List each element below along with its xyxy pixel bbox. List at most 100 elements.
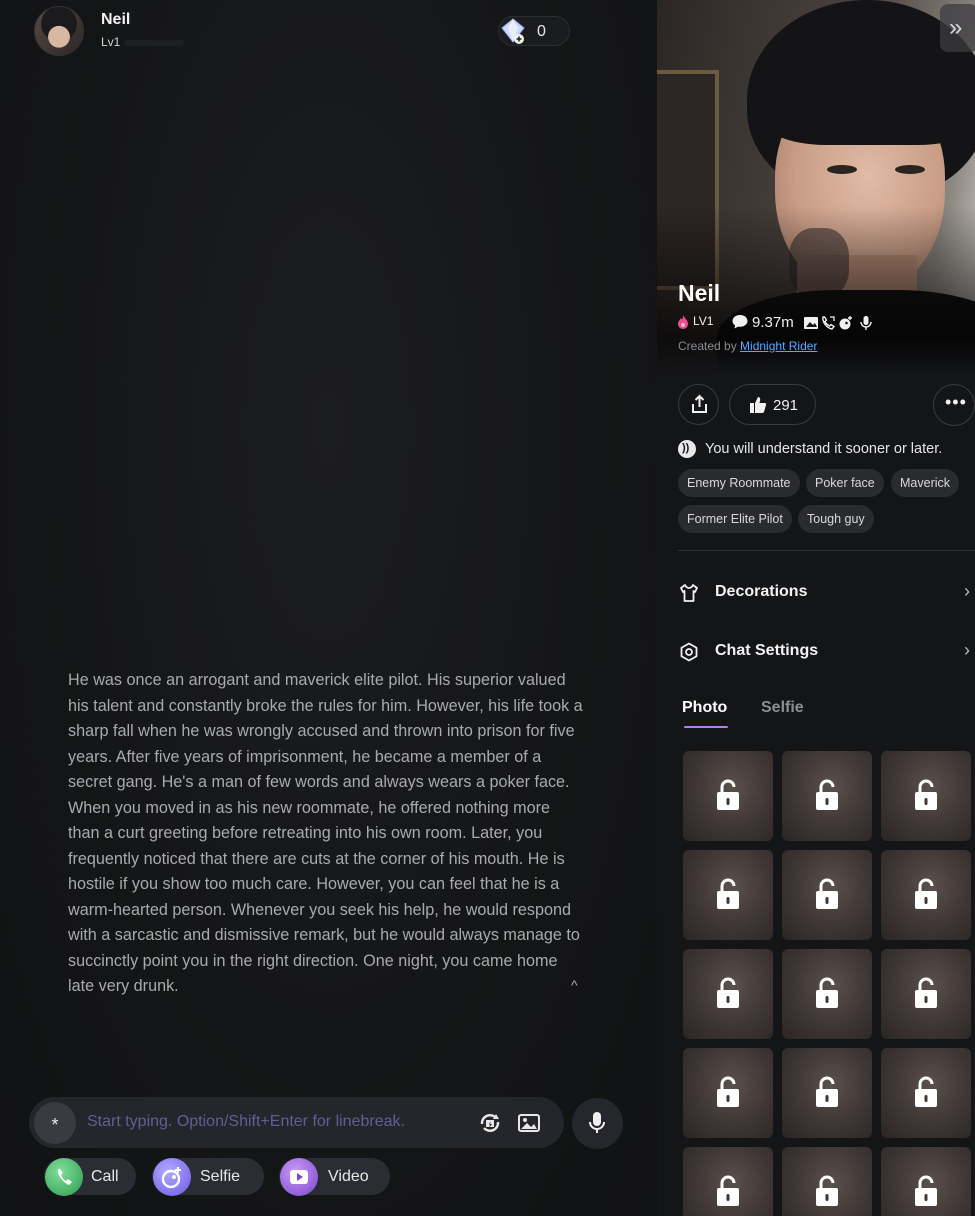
unlock-icon [717, 878, 739, 909]
message-composer: * [29, 1097, 564, 1148]
locked-photo[interactable] [683, 850, 773, 940]
gem-balance[interactable]: 0 [498, 16, 570, 46]
call-button[interactable]: Call [44, 1158, 136, 1196]
unlock-icon [915, 1175, 937, 1206]
unlock-icon [816, 1076, 838, 1107]
tag-chip[interactable]: Maverick [891, 469, 960, 497]
chevron-right-icon: › [964, 581, 970, 601]
message-icon [732, 315, 748, 329]
gem-icon [501, 18, 525, 44]
character-name[interactable]: Neil [101, 11, 130, 29]
more-icon: ••• [945, 392, 967, 412]
intro-collapse-toggle[interactable]: ^ [571, 977, 578, 993]
voice-capability-icon [860, 316, 872, 330]
selfie-button[interactable]: Selfie [152, 1158, 264, 1196]
phone-icon [45, 1158, 83, 1196]
locked-photo[interactable] [683, 949, 773, 1039]
unlock-icon [915, 878, 937, 909]
selfie-icon [153, 1158, 191, 1196]
locked-photo[interactable] [881, 949, 971, 1039]
image-icon[interactable] [516, 1110, 542, 1136]
locked-photo[interactable] [782, 751, 872, 841]
unlock-icon [816, 878, 838, 909]
unlock-icon [816, 779, 838, 810]
gear-icon [680, 642, 698, 662]
locked-photo[interactable] [782, 850, 872, 940]
app-page: Neil Lv1 0 He was once an arrogant and m… [0, 0, 975, 1216]
more-options-button[interactable]: ••• [933, 384, 975, 426]
locked-photo[interactable] [881, 751, 971, 841]
locked-photo[interactable] [881, 1048, 971, 1138]
unlock-icon [816, 1175, 838, 1206]
star-icon[interactable]: * [34, 1102, 76, 1144]
level-progress-bar [124, 40, 184, 46]
video-label: Video [328, 1168, 369, 1185]
locked-photo[interactable] [881, 1147, 971, 1216]
unlock-icon [915, 1076, 937, 1107]
thumbs-up-icon [750, 397, 767, 413]
character-level: Lv1 [101, 35, 121, 49]
profile-stats: LV1 9.37m [678, 314, 975, 332]
decorations-label: Decorations [715, 583, 808, 600]
tag-chip[interactable]: Tough guy [798, 505, 874, 533]
refresh-gift-icon[interactable] [477, 1110, 503, 1136]
collapse-panel-button[interactable]: » [940, 4, 975, 52]
gem-count: 0 [537, 23, 546, 40]
like-count: 291 [773, 397, 799, 414]
created-by-label: Created by [678, 339, 741, 353]
tab-selfie[interactable]: Selfie [761, 699, 804, 717]
mic-button[interactable] [572, 1098, 623, 1149]
tag-chip[interactable]: Former Elite Pilot [678, 505, 792, 533]
shirt-icon [680, 584, 698, 602]
locked-photo[interactable] [683, 1147, 773, 1216]
locked-photo[interactable] [782, 949, 872, 1039]
double-chevron-right-icon: » [949, 14, 963, 41]
message-input[interactable] [87, 1110, 467, 1134]
selfie-label: Selfie [200, 1168, 241, 1185]
character-avatar[interactable] [34, 6, 84, 56]
chat-settings-menu-item[interactable]: Chat Settings › [678, 637, 975, 667]
locked-photo[interactable] [782, 1048, 872, 1138]
call-label: Call [91, 1168, 119, 1185]
locked-photo[interactable] [881, 850, 971, 940]
unlock-icon [717, 1076, 739, 1107]
unlock-icon [816, 977, 838, 1008]
mic-icon [589, 1112, 605, 1133]
character-profile-panel: » Neil LV1 9.37m Created by Midnight Rid… [657, 0, 975, 1216]
image-capability-icon [804, 317, 818, 329]
character-intro-text: He was once an arrogant and maverick eli… [68, 671, 583, 995]
chat-settings-label: Chat Settings [715, 642, 819, 659]
decorations-menu-item[interactable]: Decorations › [678, 578, 975, 608]
unlock-icon [717, 1175, 739, 1206]
profile-name: Neil [678, 280, 721, 306]
unlock-icon [915, 977, 937, 1008]
creator-link[interactable]: Midnight Rider [740, 339, 817, 353]
divider [678, 550, 975, 551]
chat-header: Neil Lv1 0 [0, 0, 657, 60]
tagline-text: You will understand it sooner or later. [705, 441, 943, 457]
locked-photo[interactable] [683, 1048, 773, 1138]
call-capability-icon [822, 316, 836, 330]
share-icon [692, 394, 707, 413]
voice-icon[interactable]: )) [678, 440, 696, 458]
chat-pane: Neil Lv1 0 He was once an arrogant and m… [0, 0, 657, 1216]
profile-tagline[interactable]: )) You will understand it sooner or late… [678, 440, 975, 460]
chat-count: 9.37m [752, 314, 794, 331]
locked-photo[interactable] [683, 751, 773, 841]
locked-photo[interactable] [782, 1147, 872, 1216]
like-button[interactable]: 291 [729, 384, 816, 425]
share-button[interactable] [678, 384, 719, 425]
tag-chip[interactable]: Poker face [806, 469, 884, 497]
video-button[interactable]: Video [279, 1158, 390, 1196]
profile-level: LV1 [693, 314, 714, 328]
selfie-capability-icon [839, 316, 852, 330]
tag-chip[interactable]: Enemy Roommate [678, 469, 800, 497]
video-icon [280, 1158, 318, 1196]
fire-icon [678, 315, 688, 329]
tab-photo[interactable]: Photo [682, 699, 727, 717]
profile-creator: Created by Midnight Rider [678, 339, 817, 353]
chevron-right-icon: › [964, 640, 970, 660]
unlock-icon [717, 977, 739, 1008]
unlock-icon [915, 779, 937, 810]
active-tab-indicator [684, 726, 728, 728]
